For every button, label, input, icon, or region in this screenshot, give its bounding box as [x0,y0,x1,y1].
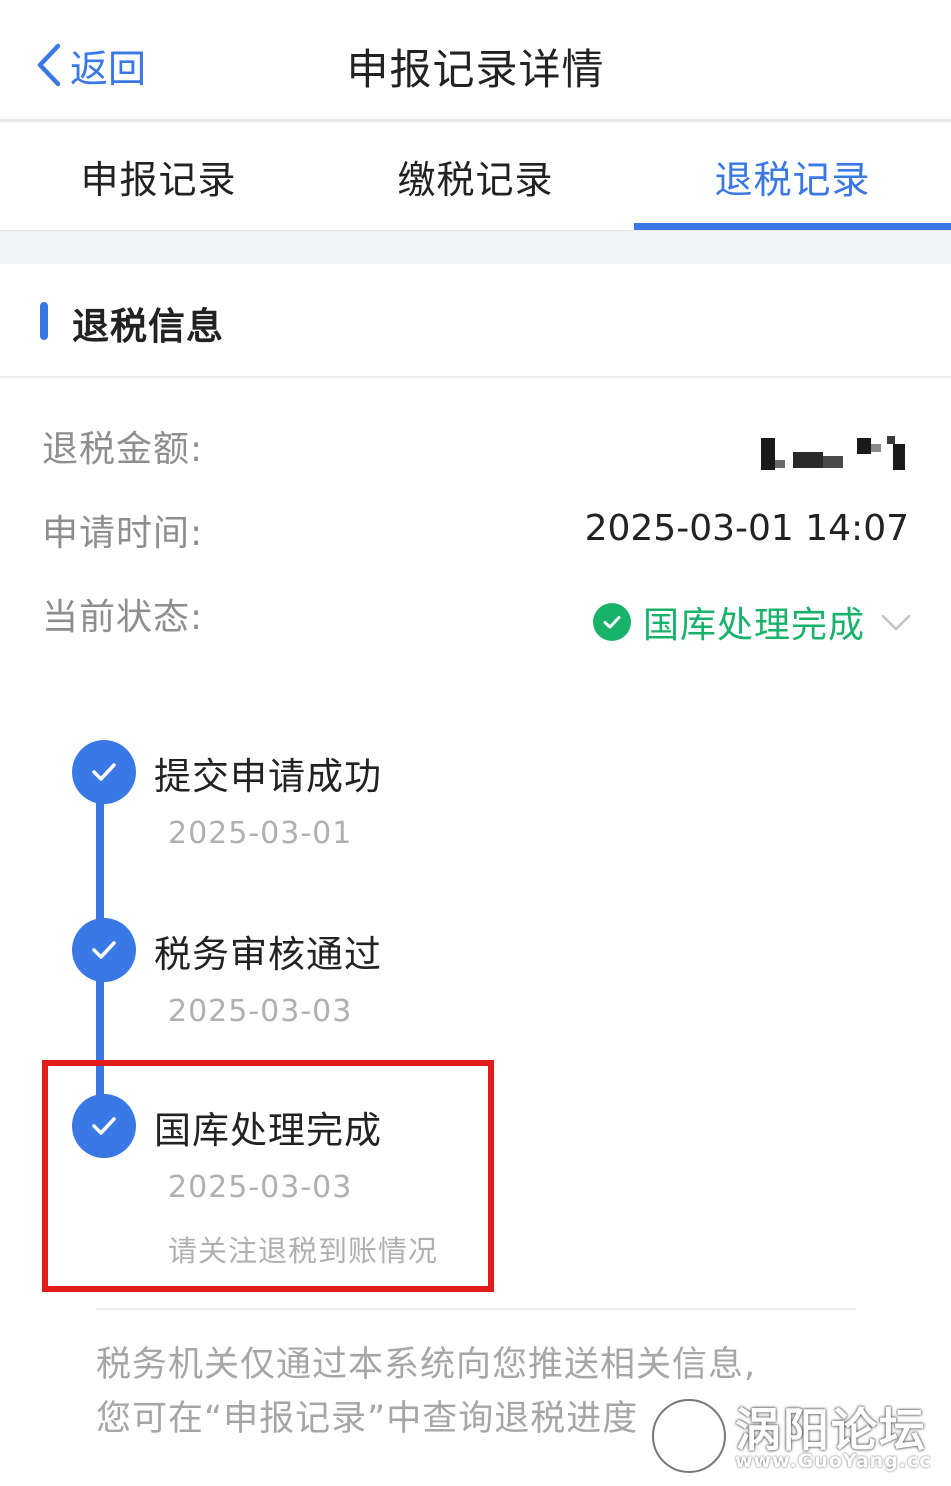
status-row: 当前状态: 国库处理完成 [0,588,951,648]
apply-time-row: 申请时间: 2025-03-01 14:07 [0,504,951,564]
divider [96,1308,856,1310]
chevron-down-icon [881,614,911,631]
footnote-line: 税务机关仅通过本系统向您推送相关信息, [96,1345,757,1385]
refund-amount-row: 退税金额: [0,420,951,480]
highlight-box [42,1060,494,1292]
status-label: 当前状态: [42,597,204,638]
masked-amount-value [761,436,905,470]
section-accent-bar [40,302,48,340]
refund-amount-label: 退税金额: [42,429,204,470]
section-title: 退税信息 [72,305,224,348]
apply-time-label: 申请时间: [42,513,204,554]
step-title: 税务审核通过 [154,933,382,976]
section-gap [0,230,951,264]
forum-logo-icon [647,1394,731,1478]
page-title: 申报记录详情 [346,45,605,94]
success-check-icon [592,603,631,641]
tab-refund-records[interactable]: 退税记录 [634,122,951,230]
tab-declaration-records[interactable]: 申报记录 [0,122,317,230]
nav-header: 返回 申报记录详情 [0,0,951,122]
step-date: 2025-03-01 [168,816,353,851]
watermark-url: www.GuoYang.cc [735,1450,932,1472]
tab-payment-records[interactable]: 缴税记录 [317,122,634,230]
step-date: 2025-03-03 [168,994,353,1029]
apply-time-value: 2025-03-01 14:07 [584,508,909,549]
step-check-icon [72,918,136,982]
status-value: 国库处理完成 [642,605,865,646]
step-title: 提交申请成功 [154,755,382,798]
section-header: 退税信息 [0,264,951,378]
step-check-icon [72,740,136,804]
status-dropdown[interactable]: 国库处理完成 [592,596,913,648]
tab-bar: 申报记录 缴税记录 退税记录 [0,122,951,230]
forum-watermark: 涡阳论坛 www.GuoYang.cc [647,1390,943,1482]
